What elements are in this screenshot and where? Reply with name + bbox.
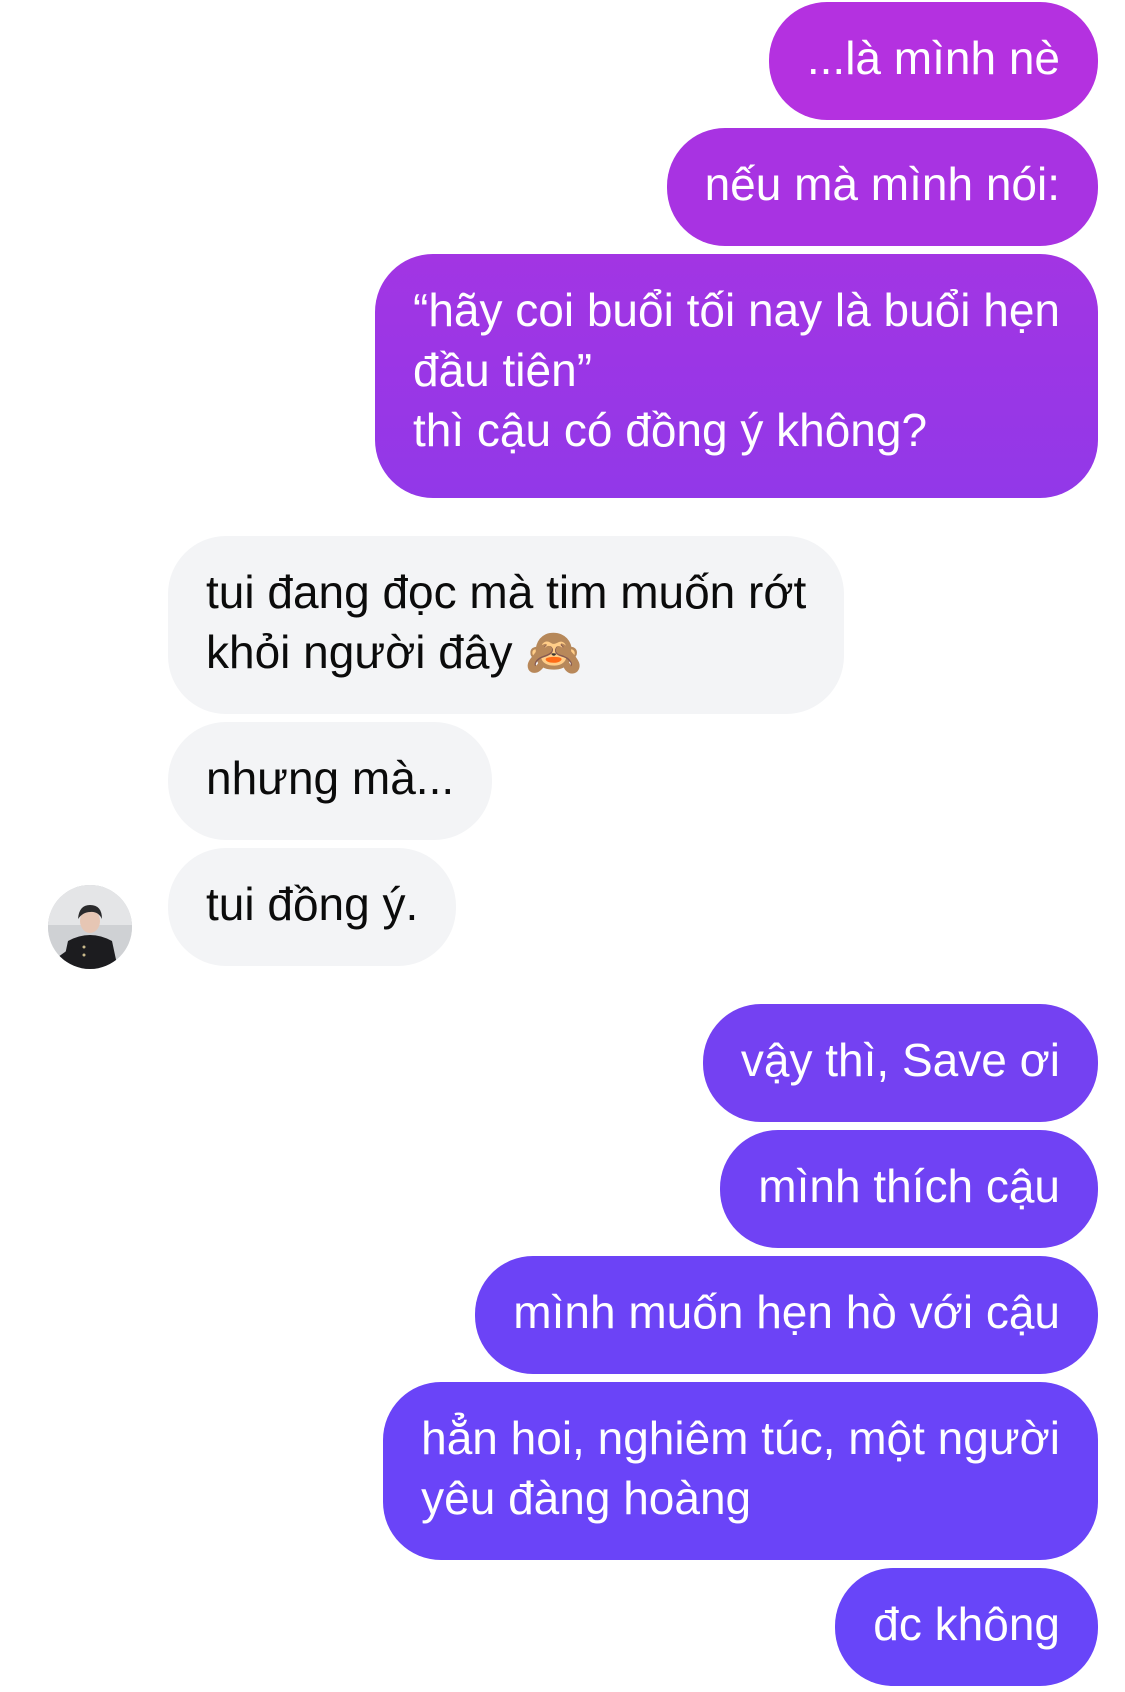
message-bubble-outgoing[interactable]: mình thích cậu	[720, 1130, 1098, 1248]
message-bubble-outgoing[interactable]: nếu mà mình nói:	[666, 128, 1098, 246]
contact-avatar[interactable]	[48, 885, 132, 969]
person-photo-icon	[48, 885, 132, 969]
message-bubble-outgoing[interactable]: mình muốn hẹn hò với cậu	[475, 1256, 1098, 1374]
message-bubble-outgoing[interactable]: hẳn hoi, nghiêm túc, một người yêu đàng …	[383, 1382, 1098, 1560]
message-bubble-outgoing[interactable]: “hãy coi buổi tối nay là buổi hẹn đầu ti…	[375, 254, 1098, 498]
message-bubble-outgoing[interactable]: ...là mình nè	[768, 2, 1098, 120]
message-bubble-incoming[interactable]: nhưng mà...	[168, 722, 493, 840]
message-bubble-incoming[interactable]: tui đồng ý.	[168, 848, 457, 966]
message-bubble-incoming[interactable]: tui đang đọc mà tim muốn rớt khỏi người …	[168, 536, 845, 714]
message-bubble-outgoing[interactable]: vậy thì, Save ơi	[702, 1004, 1098, 1122]
message-bubble-outgoing[interactable]: đc không	[835, 1568, 1098, 1686]
